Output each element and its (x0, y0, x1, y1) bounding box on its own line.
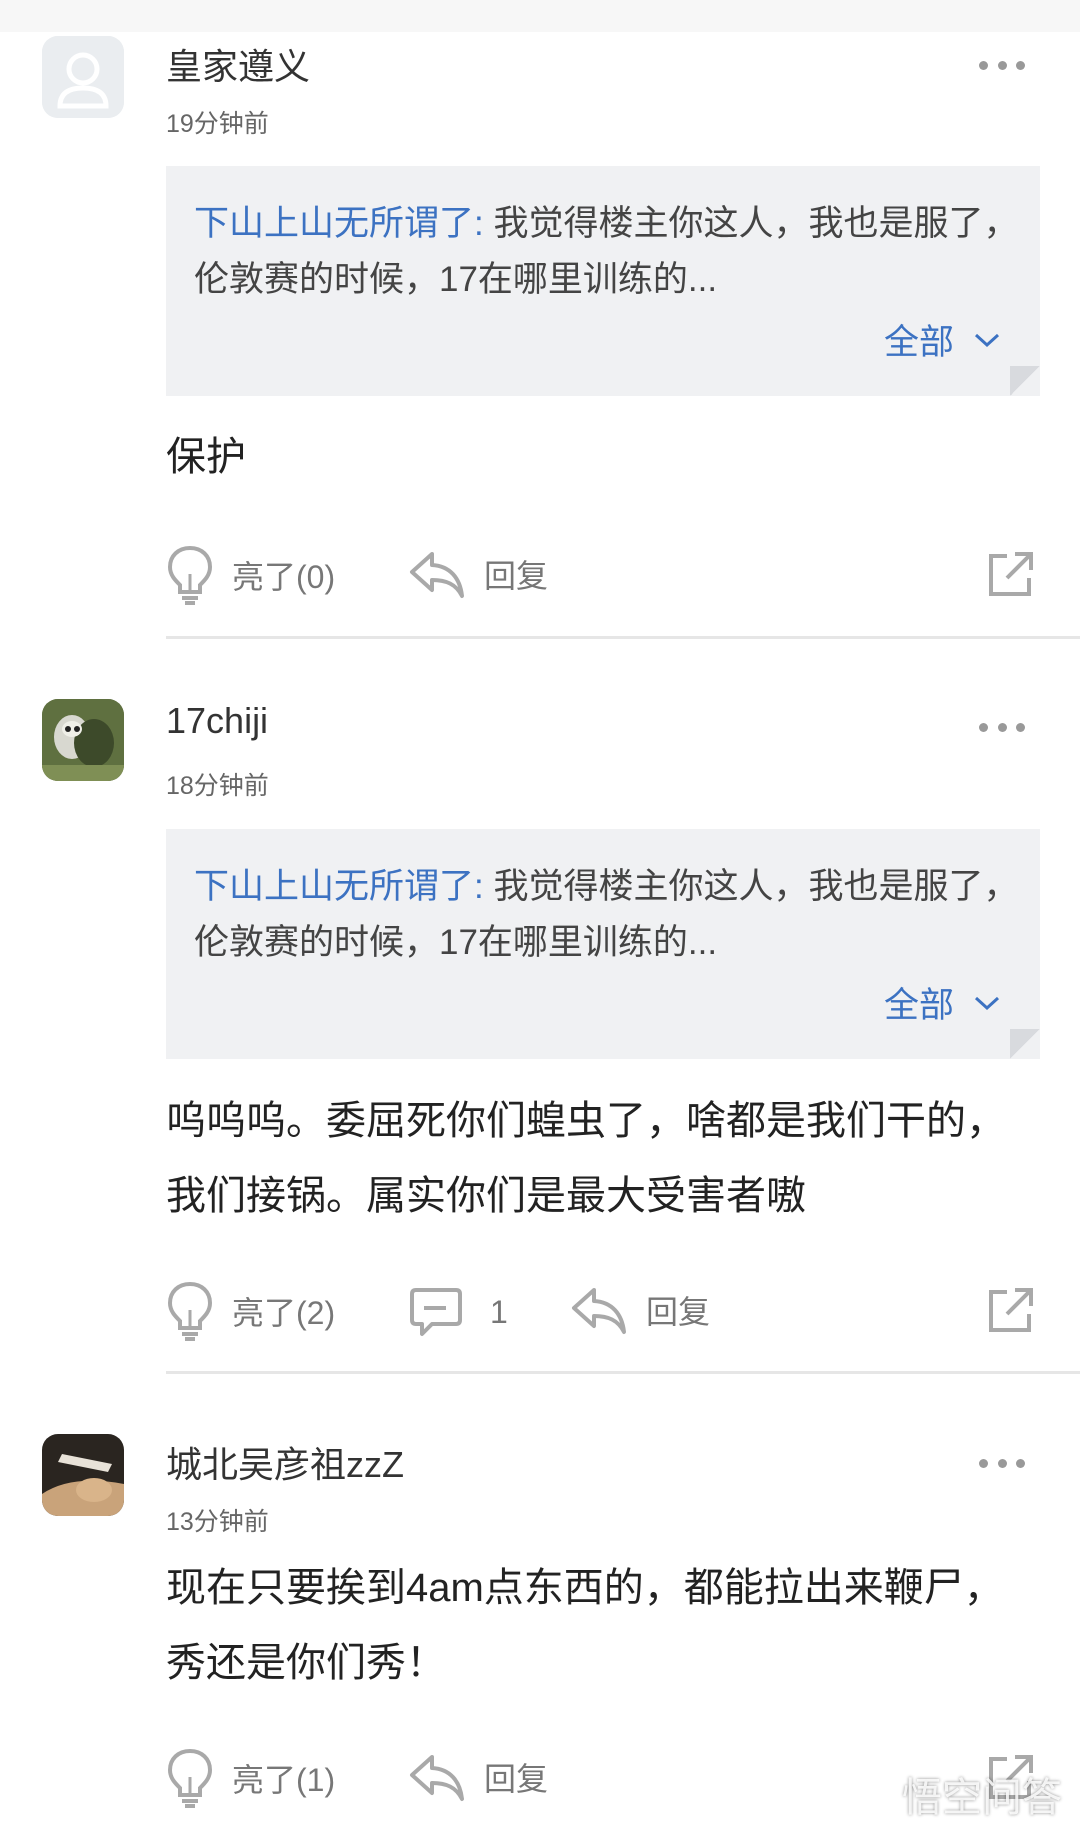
user-icon (42, 36, 124, 118)
quote-fold-corner (1010, 1029, 1040, 1059)
quote-author[interactable]: 下山上山无所谓了: (194, 867, 484, 906)
more-icon[interactable] (979, 58, 1025, 72)
lightbulb-icon (167, 1281, 213, 1341)
expand-all-label: 全部 (883, 986, 954, 1025)
quote-fold-corner (1010, 366, 1040, 396)
reply-button[interactable]: 回复 (570, 1284, 710, 1336)
comment-time: 13分钟前 (166, 1508, 269, 1536)
username[interactable]: 17chiji (166, 700, 268, 742)
username[interactable]: 皇家遵义 (166, 38, 310, 90)
quoted-comment[interactable]: 下山上山无所谓了: 我觉得楼主你这人，我也是服了，伦敦赛的时候，17在哪里训练的… (166, 829, 1040, 1059)
quote-text: 下山上山无所谓了: 我觉得楼主你这人，我也是服了，伦敦赛的时候，17在哪里训练的… (194, 859, 1024, 971)
divider (166, 1371, 1080, 1374)
reply-button[interactable]: 回复 (408, 548, 548, 600)
reply-label: 回复 (484, 1761, 549, 1797)
reply-arrow-icon (410, 1755, 464, 1801)
watermark: 悟空问答 (850, 1765, 1062, 1823)
reply-label: 回复 (646, 1294, 711, 1330)
like-button[interactable]: 亮了(1) (166, 1747, 335, 1809)
clipped-text-left (95, 0, 103, 14)
quote-author[interactable]: 下山上山无所谓了: (194, 204, 484, 243)
share-button[interactable] (985, 1286, 1035, 1336)
like-count-label: 亮了(1) (232, 1762, 336, 1798)
comment-time: 19分钟前 (166, 110, 269, 138)
clipped-text-right (992, 0, 1000, 14)
expand-all-button[interactable]: 全部 (884, 314, 1000, 365)
comment-time: 18分钟前 (166, 772, 269, 800)
logo-icon (854, 1780, 886, 1812)
top-clipped-bar (0, 0, 1080, 32)
lightbulb-icon (167, 545, 213, 605)
avatar[interactable] (42, 1434, 124, 1516)
comment-body: 保护 (166, 435, 246, 479)
expand-all-label: 全部 (883, 323, 954, 362)
username[interactable]: 城北吴彦祖zzZ (166, 1436, 404, 1488)
divider (166, 636, 1080, 639)
comment-body: 呜呜呜。委屈死你们蝗虫了，啥都是我们干的，我们接锅。属实你们是最大受害者嗷 (166, 1099, 1006, 1218)
like-button[interactable]: 亮了(2) (166, 1280, 335, 1342)
comment-actions: 亮了(2) 1 回复 (0, 1276, 1080, 1346)
comment-count: 1 (490, 1293, 508, 1330)
avatar[interactable] (42, 36, 124, 118)
reply-label: 回复 (484, 558, 549, 594)
more-icon[interactable] (979, 720, 1025, 734)
reply-arrow-icon (572, 1288, 626, 1334)
quoted-comment[interactable]: 下山上山无所谓了: 我觉得楼主你这人，我也是服了，伦敦赛的时候，17在哪里训练的… (166, 166, 1040, 396)
avatar-image (42, 699, 124, 781)
like-button[interactable]: 亮了(0) (166, 544, 335, 606)
more-icon[interactable] (979, 1456, 1025, 1470)
lightbulb-icon (167, 1748, 213, 1808)
watermark-text: 悟空问答 (902, 1776, 1062, 1820)
avatar[interactable] (42, 699, 124, 781)
expand-all-button[interactable]: 全部 (884, 977, 1000, 1028)
chevron-down-icon (974, 996, 1000, 1010)
comment-actions: 亮了(0) 回复 (0, 540, 1080, 610)
avatar-image (42, 1434, 124, 1516)
share-icon (989, 552, 1033, 596)
comment-bubble-icon (410, 1288, 462, 1336)
share-button[interactable] (985, 550, 1035, 600)
comment-body: 现在只要挨到4am点东西的，都能拉出来鞭尸，秀还是你们秀！ (166, 1566, 1004, 1685)
like-count-label: 亮了(0) (232, 559, 336, 595)
quote-text: 下山上山无所谓了: 我觉得楼主你这人，我也是服了，伦敦赛的时候，17在哪里训练的… (194, 196, 1024, 308)
chevron-down-icon (974, 333, 1000, 347)
reply-arrow-icon (410, 552, 464, 598)
comment-count-button[interactable]: 1 (408, 1286, 508, 1338)
share-icon (989, 1288, 1033, 1332)
like-count-label: 亮了(2) (232, 1295, 336, 1331)
reply-button[interactable]: 回复 (408, 1751, 548, 1803)
